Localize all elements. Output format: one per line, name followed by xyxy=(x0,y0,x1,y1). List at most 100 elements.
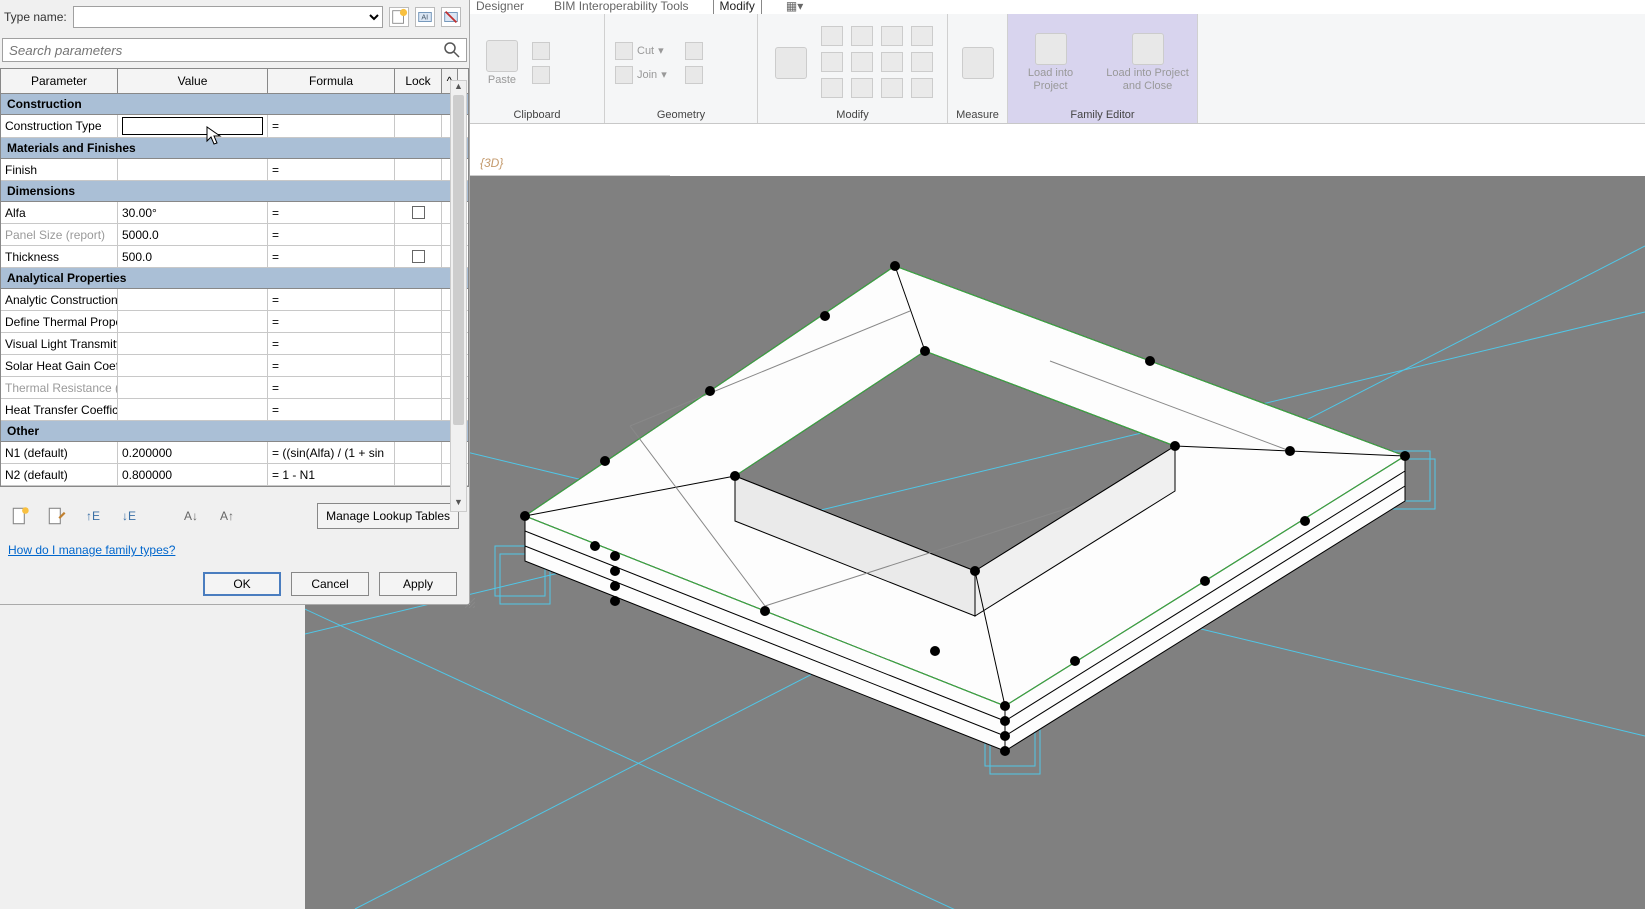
measure-button[interactable] xyxy=(956,25,1000,101)
table-row[interactable]: Analytic Construction = xyxy=(1,289,468,311)
lock-cell[interactable] xyxy=(395,311,442,332)
formula-cell[interactable]: = xyxy=(268,399,395,420)
pin-icon[interactable] xyxy=(821,78,843,98)
value-cell[interactable] xyxy=(118,159,268,180)
new-parameter-icon[interactable] xyxy=(10,505,32,527)
value-cell[interactable] xyxy=(118,377,268,398)
formula-cell[interactable]: = xyxy=(268,333,395,354)
lock-cell[interactable] xyxy=(395,159,442,180)
search-icon[interactable] xyxy=(443,41,461,59)
formula-cell[interactable]: = ((sin(Alfa) / (1 + sin xyxy=(268,442,395,463)
section-header[interactable]: Dimensions^ xyxy=(1,181,468,202)
split2-icon[interactable] xyxy=(851,52,873,72)
param-cell[interactable]: Construction Type xyxy=(1,115,118,137)
formula-cell[interactable]: = xyxy=(268,159,395,180)
geom-mini-1[interactable] xyxy=(685,40,747,62)
trim-icon[interactable] xyxy=(911,26,933,46)
group-icon[interactable] xyxy=(911,78,933,98)
lock-cell[interactable] xyxy=(395,115,442,137)
geom-mini-2[interactable] xyxy=(685,64,747,86)
type-name-select[interactable] xyxy=(73,6,383,28)
table-row[interactable]: Visual Light Transmittance = xyxy=(1,333,468,355)
formula-cell[interactable]: = xyxy=(268,289,395,310)
sort-asc-icon[interactable]: A↓ xyxy=(180,505,202,527)
table-row[interactable]: Thermal Resistance (R) = xyxy=(1,377,468,399)
table-row[interactable]: Heat Transfer Coefficient = xyxy=(1,399,468,421)
ribbon-tab-bim[interactable]: BIM Interoperability Tools xyxy=(548,0,695,15)
formula-cell[interactable]: = xyxy=(268,246,395,267)
value-input[interactable] xyxy=(122,117,263,135)
move-up-icon[interactable]: ↑E xyxy=(82,505,104,527)
offset-icon[interactable] xyxy=(851,26,873,46)
table-row[interactable]: Define Thermal Properties= xyxy=(1,311,468,333)
modify-parameter-icon[interactable] xyxy=(46,505,68,527)
ribbon-tab-extra-icon[interactable]: ▦▾ xyxy=(780,0,809,15)
new-type-icon[interactable] xyxy=(389,7,409,27)
value-cell[interactable] xyxy=(118,289,268,310)
formula-cell[interactable]: = xyxy=(268,311,395,332)
param-cell[interactable]: Thickness xyxy=(1,246,118,267)
cut-button[interactable]: Cut ▾ xyxy=(615,40,677,62)
rename-type-icon[interactable]: AI xyxy=(415,7,435,27)
value-cell[interactable]: 5000.0 xyxy=(118,224,268,245)
join-button[interactable]: Join ▾ xyxy=(615,64,677,86)
sort-desc-icon[interactable]: A↑ xyxy=(216,505,238,527)
value-cell[interactable]: 0.200000 xyxy=(118,442,268,463)
ok-button[interactable]: OK xyxy=(203,572,281,596)
lock-cell[interactable] xyxy=(395,355,442,376)
array-icon[interactable] xyxy=(881,52,903,72)
value-cell[interactable]: 500.0 xyxy=(118,246,268,267)
param-cell[interactable]: N1 (default) xyxy=(1,442,118,463)
formula-cell[interactable]: = 1 - N1 xyxy=(268,464,395,485)
param-cell[interactable]: Thermal Resistance (R) xyxy=(1,377,118,398)
table-row[interactable]: Solar Heat Gain Coefficient= xyxy=(1,355,468,377)
lock-cell[interactable] xyxy=(395,464,442,485)
help-link[interactable]: How do I manage family types? xyxy=(0,533,183,567)
scroll-up-icon[interactable]: ▲ xyxy=(451,81,466,95)
header-parameter[interactable]: Parameter xyxy=(1,69,118,93)
value-cell[interactable] xyxy=(118,355,268,376)
apply-button[interactable]: Apply xyxy=(379,572,457,596)
table-row[interactable]: Thickness500.0= xyxy=(1,246,468,268)
section-header[interactable]: Analytical Properties^ xyxy=(1,268,468,289)
load-into-project-close-button[interactable]: Load into Project and Close xyxy=(1100,25,1196,101)
table-row[interactable]: Panel Size (report)5000.0= xyxy=(1,224,468,246)
lock-cell[interactable] xyxy=(395,246,442,267)
manage-lookup-tables-button[interactable]: Manage Lookup Tables xyxy=(317,503,459,529)
header-value[interactable]: Value xyxy=(118,69,268,93)
param-cell[interactable]: Solar Heat Gain Coefficient xyxy=(1,355,118,376)
rotate-icon[interactable] xyxy=(821,52,843,72)
lock-checkbox[interactable] xyxy=(412,250,425,263)
search-input[interactable] xyxy=(2,38,467,62)
view-tab-3d[interactable]: {3D} xyxy=(470,154,670,176)
value-cell[interactable]: 0.800000 xyxy=(118,464,268,485)
table-row[interactable]: N1 (default)0.200000= ((sin(Alfa) / (1 +… xyxy=(1,442,468,464)
mirror-icon[interactable] xyxy=(881,26,903,46)
param-cell[interactable]: Alfa xyxy=(1,202,118,223)
paste-button[interactable]: Paste xyxy=(480,25,524,101)
lock-cell[interactable] xyxy=(395,289,442,310)
formula-cell[interactable]: = xyxy=(268,377,395,398)
header-lock[interactable]: Lock xyxy=(395,69,442,93)
scale-icon[interactable] xyxy=(911,52,933,72)
ribbon-tab-modify[interactable]: Modify xyxy=(713,0,762,15)
param-cell[interactable]: Finish xyxy=(1,159,118,180)
table-row[interactable]: N2 (default)0.800000= 1 - N1 xyxy=(1,464,468,486)
unpin-icon[interactable] xyxy=(851,78,873,98)
lock-cell[interactable] xyxy=(395,202,442,223)
scroll-down-icon[interactable]: ▼ xyxy=(451,497,466,511)
value-cell[interactable] xyxy=(118,115,268,137)
clipboard-mini-1[interactable] xyxy=(532,40,594,62)
scroll-thumb[interactable] xyxy=(453,95,464,425)
param-cell[interactable]: Visual Light Transmittance xyxy=(1,333,118,354)
resize-grip-icon[interactable] xyxy=(465,598,475,608)
param-cell[interactable]: Analytic Construction xyxy=(1,289,118,310)
param-cell[interactable]: Heat Transfer Coefficient xyxy=(1,399,118,420)
table-row[interactable]: Finish = xyxy=(1,159,468,181)
lock-checkbox[interactable] xyxy=(412,206,425,219)
table-row[interactable]: Alfa30.00°= xyxy=(1,202,468,224)
formula-cell[interactable]: = xyxy=(268,115,395,137)
lock-cell[interactable] xyxy=(395,333,442,354)
section-header[interactable]: Materials and Finishes^ xyxy=(1,138,468,159)
ribbon-tab-designer[interactable]: Designer xyxy=(470,0,530,15)
